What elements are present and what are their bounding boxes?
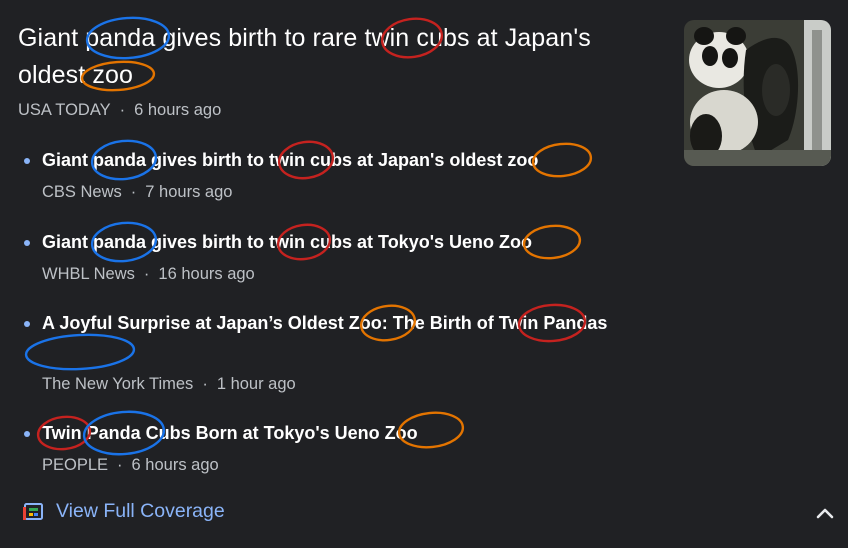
related-story-meta: PEOPLE · 6 hours ago [42, 456, 219, 475]
meta-separator: · [143, 265, 150, 283]
panda-photo [684, 20, 831, 166]
related-story-meta: WHBL News · 16 hours ago [42, 265, 255, 284]
bullet [24, 158, 30, 164]
main-story-source: USA TODAY [18, 101, 111, 119]
main-story-time: 6 hours ago [134, 101, 222, 119]
related-story-title[interactable]: Twin Panda Cubs Born at Tokyo's Ueno Zoo [42, 419, 662, 448]
main-story-meta: USA TODAY · 6 hours ago [18, 101, 221, 120]
panda-annotation-circle [24, 333, 136, 371]
meta-separator: · [130, 183, 137, 201]
related-story-source: CBS News [42, 183, 122, 201]
view-full-coverage-link[interactable]: View Full Coverage [22, 500, 225, 523]
related-story-time: 6 hours ago [131, 456, 219, 474]
related-story-source: PEOPLE [42, 456, 109, 474]
bullet [24, 431, 30, 437]
related-story-source: The New York Times [42, 375, 194, 393]
related-story-title[interactable]: A Joyful Surprise at Japan’s Oldest Zoo:… [42, 309, 662, 338]
related-story-title[interactable]: Giant panda gives birth to twin cubs at … [42, 146, 662, 175]
meta-separator: · [202, 375, 208, 393]
related-story-meta: The New York Times · 1 hour ago [42, 375, 296, 394]
related-story-time: 7 hours ago [145, 183, 233, 201]
related-story-meta: CBS News · 7 hours ago [42, 183, 232, 202]
chevron-up-icon[interactable] [812, 500, 838, 526]
bullet [24, 240, 30, 246]
bullet [24, 321, 30, 327]
related-story-source: WHBL News [42, 265, 135, 283]
related-story-time: 16 hours ago [158, 265, 255, 283]
news-card: Giant panda gives birth to rare twin cub… [0, 0, 848, 548]
newspaper-icon [23, 502, 43, 520]
related-story-time: 1 hour ago [216, 375, 296, 393]
story-thumbnail[interactable] [684, 20, 831, 166]
meta-separator: · [119, 101, 126, 119]
view-full-coverage-label[interactable]: View Full Coverage [56, 500, 225, 523]
main-headline[interactable]: Giant panda gives birth to rare twin cub… [18, 20, 658, 94]
meta-separator: · [117, 456, 123, 474]
related-story-title[interactable]: Giant panda gives birth to twin cubs at … [42, 228, 662, 257]
